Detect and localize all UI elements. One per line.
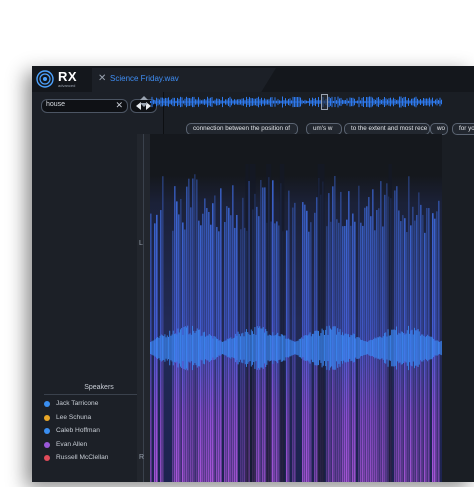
- channel-right-label: R: [139, 454, 144, 461]
- speaker-name: Jack Tarricone: [56, 400, 98, 407]
- overview-waveform: [150, 94, 442, 110]
- search-input[interactable]: house ✕: [41, 99, 128, 113]
- speaker-color-dot: [44, 401, 50, 407]
- title-bar: RX advanced ✕ Science Friday.wav: [32, 66, 474, 92]
- speaker-color-dot: [44, 442, 50, 448]
- speaker-name: Russell McClellan: [56, 454, 108, 461]
- search-value: house: [46, 101, 65, 108]
- overview-up-arrow: [140, 96, 148, 100]
- speaker-color-dot: [44, 455, 50, 461]
- waveform-overview[interactable]: [150, 94, 442, 110]
- speaker-name: Caleb Hoffman: [56, 427, 100, 434]
- logo-subtext: advanced: [58, 83, 75, 88]
- spectrogram-view[interactable]: [150, 134, 442, 482]
- tab-label: Science Friday.wav: [110, 74, 179, 83]
- close-icon[interactable]: ✕: [98, 73, 106, 84]
- clear-icon[interactable]: ✕: [115, 100, 123, 112]
- logo-text: RX: [58, 69, 77, 84]
- logo-icon: [36, 70, 54, 88]
- tab-file[interactable]: ✕ Science Friday.wav: [92, 68, 276, 92]
- overview-down-arrow: [140, 103, 148, 107]
- rx-logo: RX advanced: [36, 69, 80, 89]
- channel-left-label: L: [139, 240, 143, 247]
- speaker-name: Evan Allen: [56, 441, 87, 448]
- channel-divider: [143, 134, 144, 482]
- overview-viewport-handle[interactable]: [321, 94, 328, 110]
- speaker-color-dot: [44, 415, 50, 421]
- transcript-chip[interactable]: for yo: [452, 123, 474, 135]
- spectrogram: [150, 134, 442, 482]
- channel-ruler: L R: [137, 134, 150, 482]
- speaker-color-dot: [44, 428, 50, 434]
- speaker-name: Lee Schuna: [56, 414, 91, 421]
